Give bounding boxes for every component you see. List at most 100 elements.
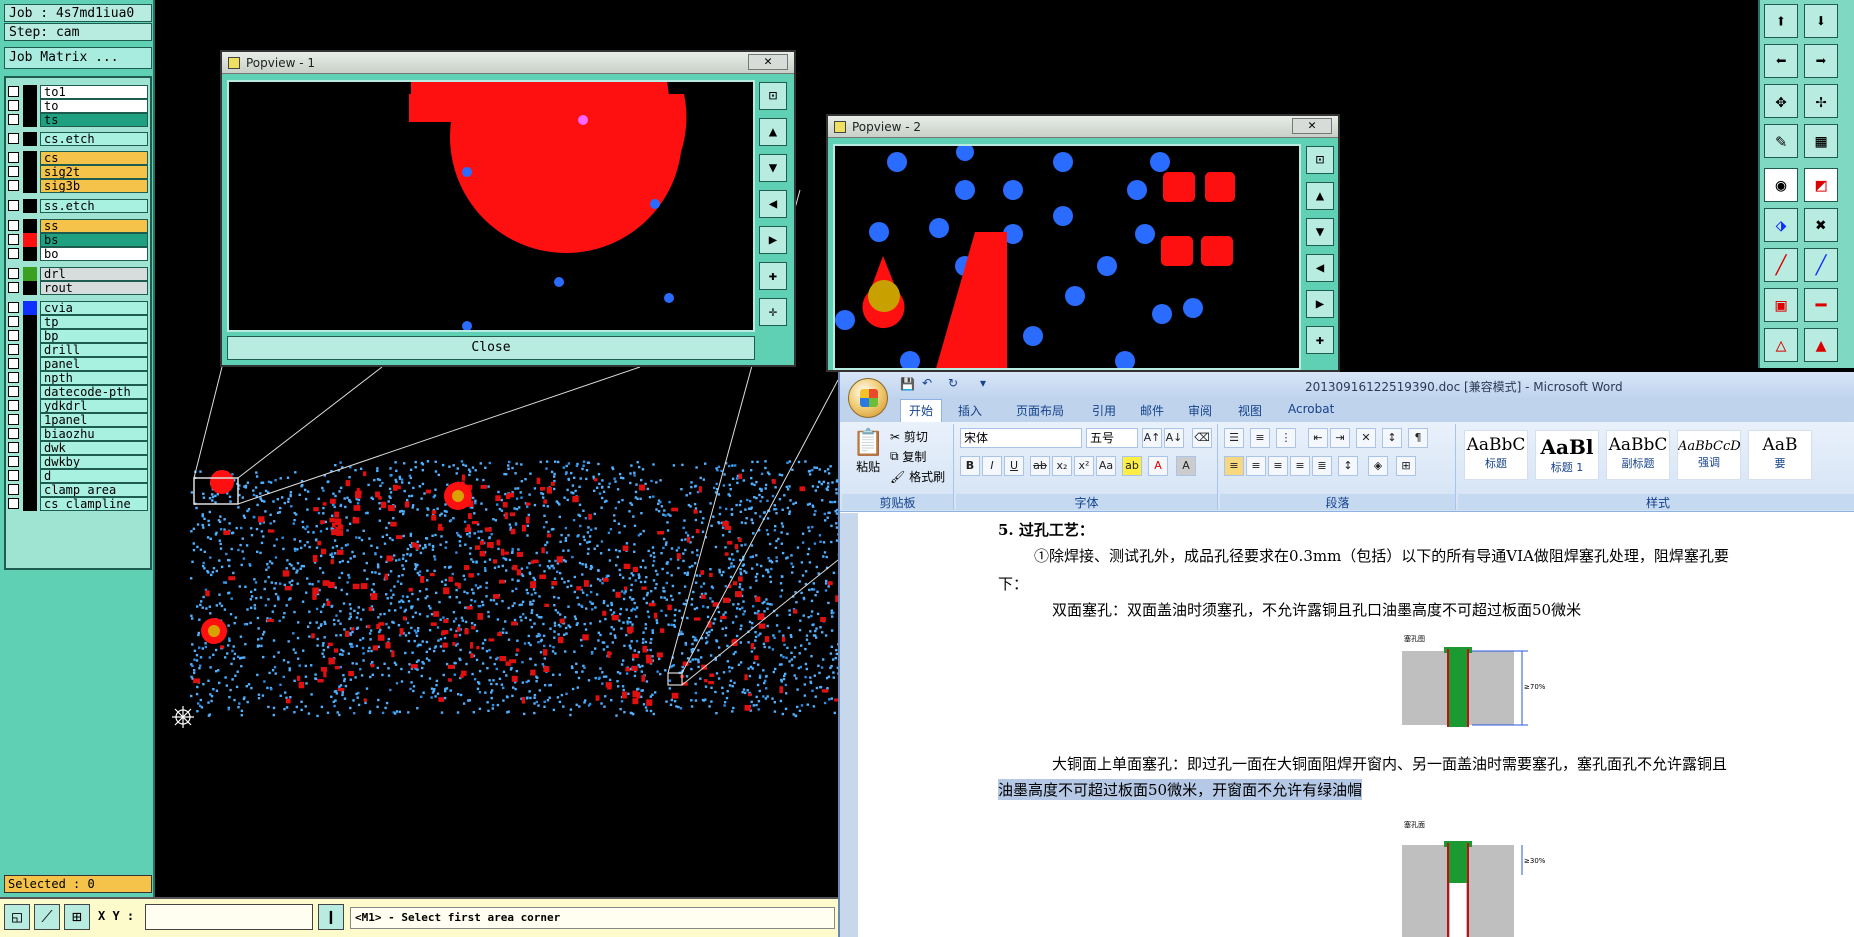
align-center-icon[interactable]: ≡ — [1246, 456, 1266, 476]
layer-color-swatch[interactable] — [23, 112, 37, 127]
layer-row[interactable]: dwkby — [8, 454, 148, 469]
layer-checkbox[interactable] — [8, 400, 19, 411]
layer-checkbox[interactable] — [8, 133, 19, 144]
layer-color-swatch[interactable] — [23, 384, 37, 399]
layer-row[interactable]: ss.etch — [8, 198, 148, 213]
layer-name[interactable]: clamp_area — [40, 482, 148, 497]
xy-input[interactable] — [145, 904, 313, 930]
layer-checkbox[interactable] — [8, 114, 19, 125]
align-left-icon[interactable]: ≡ — [1224, 456, 1244, 476]
layer-row[interactable]: bp — [8, 328, 148, 343]
layer-color-swatch[interactable] — [23, 370, 37, 385]
layer-name[interactable]: ts — [40, 112, 148, 127]
grow-font-icon[interactable]: A↑ — [1142, 428, 1162, 448]
layer-name[interactable]: cvia — [40, 300, 148, 315]
distribute-icon[interactable]: ≣ — [1312, 456, 1332, 476]
zoom-out-icon[interactable]: ✛ — [759, 298, 787, 326]
layer-row[interactable]: 1panel — [8, 412, 148, 427]
job-matrix-button[interactable]: Job Matrix ... — [4, 47, 152, 69]
char-shading-icon[interactable]: A — [1176, 456, 1196, 476]
layer-name[interactable]: cs — [40, 150, 148, 165]
justify-icon[interactable]: ≡ — [1290, 456, 1310, 476]
measure-icon[interactable]: ✎ — [1764, 124, 1798, 158]
layer-row[interactable]: rout — [8, 280, 148, 295]
layer-checkbox[interactable] — [8, 386, 19, 397]
layer-color-swatch[interactable] — [23, 454, 37, 469]
grid-icon[interactable]: ▦ — [1804, 124, 1838, 158]
layer-color-swatch[interactable] — [23, 218, 37, 233]
layer-row[interactable]: ss — [8, 218, 148, 233]
office-button[interactable] — [848, 378, 888, 418]
style-preset[interactable]: AaBbC 标题 — [1464, 430, 1528, 480]
layer-row[interactable]: cvia — [8, 300, 148, 315]
layer-row[interactable]: cs — [8, 150, 148, 165]
layer-row[interactable]: to — [8, 98, 148, 113]
layer-checkbox[interactable] — [8, 200, 19, 211]
layer-color-swatch[interactable] — [23, 198, 37, 213]
popview-1-close-button[interactable]: Close — [227, 336, 755, 360]
line-spacing-icon[interactable]: ↕ — [1338, 456, 1358, 476]
layer-name[interactable]: dwkby — [40, 454, 148, 469]
layer-name[interactable]: ydkdrl — [40, 398, 148, 413]
layer-row[interactable]: drill — [8, 342, 148, 357]
layer-checkbox[interactable] — [8, 316, 19, 327]
zoom-in-icon[interactable]: ✚ — [1306, 326, 1334, 354]
layer-name[interactable]: cs_clampline — [40, 496, 148, 511]
line-select-icon[interactable]: ⟋ — [34, 904, 60, 930]
pan-down-icon[interactable]: ▼ — [1306, 218, 1334, 246]
info-icon[interactable]: ❙ — [318, 904, 344, 930]
save-icon[interactable]: 💾 — [900, 377, 915, 391]
increase-indent-icon[interactable]: ⇥ — [1330, 428, 1350, 448]
zoom-in-icon[interactable]: ✥ — [1764, 84, 1798, 118]
layer-checkbox[interactable] — [8, 166, 19, 177]
shrink-font-icon[interactable]: A↓ — [1164, 428, 1184, 448]
layer-checkbox[interactable] — [8, 484, 19, 495]
layer-name[interactable]: panel — [40, 356, 148, 371]
sort-icon[interactable]: ↕ — [1382, 428, 1402, 448]
layer-color-swatch[interactable] — [23, 440, 37, 455]
pan-right-icon[interactable]: ➡ — [1804, 44, 1838, 78]
ribbon-tab[interactable]: 引用 — [1092, 402, 1116, 419]
pan-up-icon[interactable]: ▲ — [759, 118, 787, 146]
superscript-icon[interactable]: x² — [1074, 456, 1094, 476]
layer-color-swatch[interactable] — [23, 314, 37, 329]
area-select-icon[interactable]: ◱ — [4, 904, 30, 930]
ribbon-tab[interactable]: 邮件 — [1140, 402, 1164, 419]
layer-color-swatch[interactable] — [23, 356, 37, 371]
pan-up-icon[interactable]: ▲ — [1306, 182, 1334, 210]
layer-name[interactable]: 1panel — [40, 412, 148, 427]
layer-name[interactable]: to1 — [40, 84, 148, 99]
layer-checkbox[interactable] — [8, 234, 19, 245]
italic-icon[interactable]: I — [982, 456, 1002, 476]
underline-icon[interactable]: U — [1004, 456, 1024, 476]
layer-name[interactable]: dwk — [40, 440, 148, 455]
close-icon[interactable]: ✕ — [748, 54, 788, 70]
redo-icon[interactable]: ↻ — [948, 376, 958, 390]
pan-right-icon[interactable]: ▶ — [759, 226, 787, 254]
pan-up-icon[interactable]: ⬆ — [1764, 4, 1798, 38]
word-window[interactable]: 💾 ↶ ↻ ▾ 20130916122519390.doc [兼容模式] - M… — [838, 372, 1854, 937]
layer-color-swatch[interactable] — [23, 328, 37, 343]
layer-color-swatch[interactable] — [23, 398, 37, 413]
layer-checkbox[interactable] — [8, 470, 19, 481]
layer-name[interactable]: bp — [40, 328, 148, 343]
pad-icon[interactable]: ▣ — [1764, 288, 1798, 322]
line-red-icon[interactable]: ╱ — [1764, 248, 1798, 282]
layer-row[interactable]: bo — [8, 246, 148, 261]
layer-name[interactable]: sig3b — [40, 178, 148, 193]
layer-row[interactable]: to1 — [8, 84, 148, 99]
font-size-select[interactable]: 五号 — [1086, 428, 1138, 448]
bullets-icon[interactable]: ☰ — [1224, 428, 1244, 448]
ribbon-tab[interactable]: 开始 — [900, 399, 943, 422]
layer-row[interactable]: biaozhu — [8, 426, 148, 441]
layer-checkbox[interactable] — [8, 498, 19, 509]
pan-left-icon[interactable]: ◀ — [759, 190, 787, 218]
layer-color-swatch[interactable] — [23, 246, 37, 261]
paste-button[interactable]: 📋 粘贴 — [852, 428, 884, 475]
layer-row[interactable]: sig3b — [8, 178, 148, 193]
close-icon[interactable]: ✕ — [1292, 118, 1332, 134]
customize-icon[interactable]: ▾ — [980, 376, 986, 390]
style-preset[interactable]: AaBl 标题 1 — [1535, 430, 1599, 480]
snap-line-icon[interactable]: ◩ — [1804, 168, 1838, 202]
document-page[interactable]: 5. 过孔工艺： ①除焊接、测试孔外，成品孔径要求在0.3mm（包括）以下的所有… — [858, 513, 1854, 937]
